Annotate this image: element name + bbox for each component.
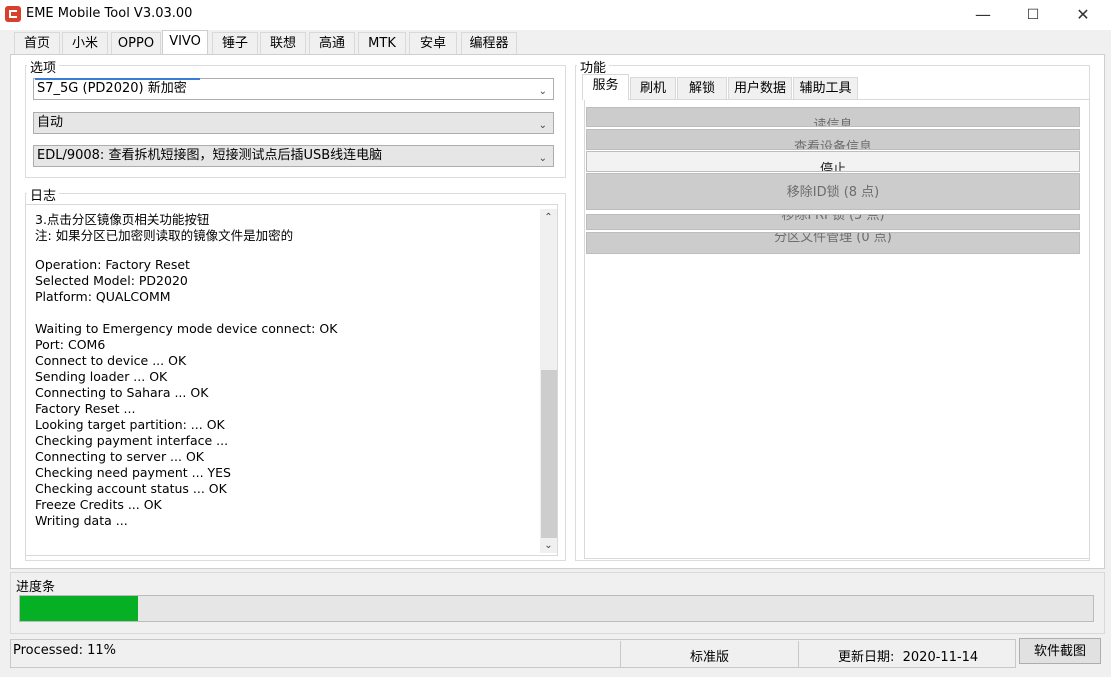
status-divider [620, 641, 621, 668]
log-textbox[interactable]: 3.点击分区镜像页相关功能按钮 注: 如果分区已加密则读取的镜像文件是加密的 O… [25, 204, 558, 556]
log-line: Looking target partition: ... OK [35, 417, 225, 432]
log-line: Selected Model: PD2020 [35, 273, 188, 288]
tab-mtk[interactable]: MTK [358, 32, 406, 54]
screenshot-button[interactable]: 软件截图 [1019, 638, 1101, 664]
window-title: EME Mobile Tool V3.03.00 [26, 6, 193, 21]
app-logo-icon [5, 6, 21, 22]
read-info-button[interactable]: 读信息 [586, 107, 1080, 127]
chevron-down-icon: ⌄ [538, 120, 547, 131]
tab-xiaomi[interactable]: 小米 [62, 32, 108, 54]
tab-lenovo[interactable]: 联想 [260, 32, 306, 54]
tab-helper-tools[interactable]: 辅助工具 [793, 77, 858, 99]
partition-file-manager-button[interactable]: 分区文件管理 (0 点) [586, 232, 1080, 254]
log-line: Waiting to Emergency mode device connect… [35, 321, 338, 336]
progress-label: 进度条 [16, 580, 56, 595]
log-line: Platform: QUALCOMM [35, 289, 171, 304]
progress-bar-fill [20, 596, 138, 621]
tab-qualcomm[interactable]: 高通 [309, 32, 355, 54]
log-line: Connect to device ... OK [35, 353, 187, 368]
remove-frp-lock-button[interactable]: 移除FRP锁 (5 点) [586, 214, 1080, 230]
log-line: Connecting to Sahara ... OK [35, 385, 209, 400]
log-line: Freeze Credits ... OK [35, 497, 162, 512]
model-select[interactable]: S7_5G (PD2020) 新加密 ⌄ [33, 78, 554, 100]
log-line: Connecting to server ... OK [35, 449, 204, 464]
tab-unlock[interactable]: 解锁 [677, 77, 727, 99]
mode-select[interactable]: 自动 ⌄ [33, 112, 554, 134]
processed-text: Processed: 11% [13, 643, 116, 658]
log-line: Checking account status ... OK [35, 481, 227, 496]
mode-select-value: 自动 [37, 115, 64, 130]
edition-text: 标准版 [690, 650, 730, 665]
log-line: Checking payment interface ... [35, 433, 229, 448]
chevron-down-icon: ⌄ [538, 86, 547, 97]
port-select-value: EDL/9008: 查看拆机短接图，短接测试点后插USB线连电脑 [37, 148, 383, 163]
remove-id-lock-button[interactable]: 移除ID锁 (8 点) [586, 173, 1080, 210]
selection-highlight [35, 78, 200, 80]
minimize-button[interactable]: — [960, 0, 1006, 30]
tab-flash[interactable]: 刷机 [630, 77, 676, 99]
log-line: Port: COM6 [35, 337, 106, 352]
log-line: Sending loader ... OK [35, 369, 168, 384]
maximize-button[interactable]: ☐ [1010, 0, 1056, 30]
stop-button[interactable]: 停止 [586, 151, 1080, 172]
tab-oppo[interactable]: OPPO [111, 32, 161, 54]
chevron-up-icon[interactable]: ⌃ [540, 209, 557, 226]
status-divider [798, 641, 799, 668]
tab-service[interactable]: 服务 [582, 74, 629, 100]
tab-home[interactable]: 首页 [14, 32, 60, 54]
log-line: Operation: Factory Reset [35, 257, 190, 272]
view-device-info-button[interactable]: 查看设备信息 [586, 129, 1080, 150]
tab-android[interactable]: 安卓 [409, 32, 457, 54]
log-line: Writing data ... [35, 513, 128, 528]
chevron-down-icon: ⌄ [538, 153, 547, 164]
chevron-down-icon[interactable]: ⌄ [540, 537, 557, 554]
log-line: Factory Reset ... [35, 401, 136, 416]
log-line: 注: 如果分区已加密则读取的镜像文件是加密的 [35, 228, 294, 243]
port-select[interactable]: EDL/9008: 查看拆机短接图，短接测试点后插USB线连电脑 ⌄ [33, 145, 554, 167]
progress-bar [19, 595, 1094, 622]
close-button[interactable]: ✕ [1060, 0, 1106, 30]
tab-smartisan[interactable]: 锤子 [212, 32, 258, 54]
tab-vivo[interactable]: VIVO [162, 30, 208, 55]
log-label: 日志 [27, 185, 60, 204]
update-date-text: 更新日期: 2020-11-14 [838, 650, 979, 665]
log-line: Checking need payment ... YES [35, 465, 231, 480]
model-select-value: S7_5G (PD2020) 新加密 [37, 81, 187, 96]
tab-programmer[interactable]: 编程器 [461, 32, 517, 54]
tab-user-data[interactable]: 用户数据 [728, 77, 792, 99]
scrollbar-thumb[interactable] [541, 370, 557, 538]
options-label: 选项 [27, 57, 60, 76]
